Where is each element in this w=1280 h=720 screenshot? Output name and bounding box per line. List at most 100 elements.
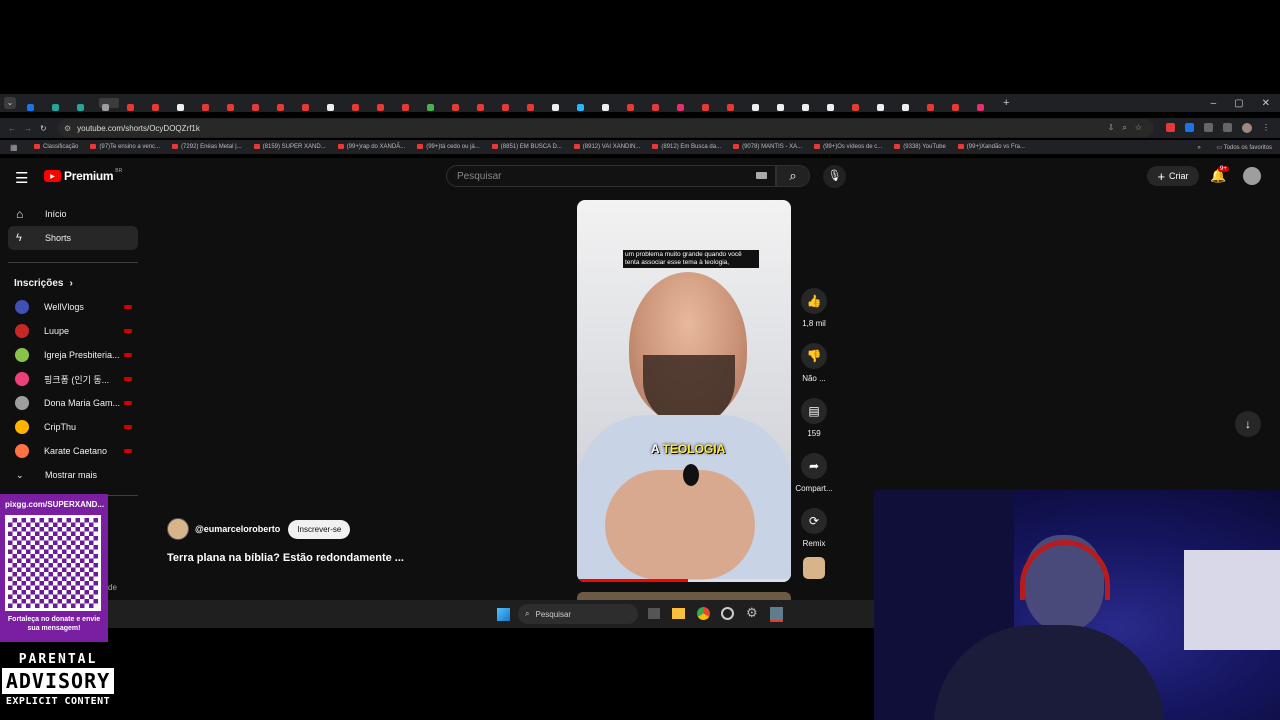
subscriptions-header[interactable]: Inscrições ›: [8, 271, 138, 295]
omnibox[interactable]: ⚙ youtube.com/shorts/OcyDOQZrf1k ⇩⌕☆: [58, 119, 1154, 137]
url-text[interactable]: youtube.com/shorts/OcyDOQZrf1k: [77, 124, 200, 133]
app-icon[interactable]: [721, 607, 734, 620]
bookmark-item[interactable]: (8159) SUPER XAND...: [253, 143, 326, 150]
account-avatar[interactable]: [1243, 167, 1261, 185]
bookmark-item[interactable]: (97)Te ensino a venc...: [90, 143, 160, 150]
browser-tab[interactable]: [674, 98, 694, 111]
browser-tab[interactable]: [924, 98, 944, 111]
install-icon[interactable]: ⇩: [1108, 123, 1123, 132]
short-video-player[interactable]: um problema muito grande quando você ten…: [577, 200, 791, 582]
browser-tab[interactable]: [349, 98, 369, 111]
sidebar-item-shorts[interactable]: ϟ Shorts: [8, 226, 138, 250]
browser-tab[interactable]: [424, 98, 444, 111]
browser-tab[interactable]: [74, 98, 94, 111]
remix-button[interactable]: ⟳: [801, 508, 827, 534]
show-more-button[interactable]: ⌄ Mostrar mais: [8, 463, 138, 487]
bookmark-item[interactable]: (99+)Os vídeos de c...: [814, 143, 882, 150]
notifications-button[interactable]: 🔔 9+: [1210, 166, 1229, 184]
settings-icon[interactable]: ⚙: [746, 605, 758, 621]
browser-tab[interactable]: [974, 98, 994, 111]
browser-tab[interactable]: [199, 98, 219, 111]
site-info-icon[interactable]: ⚙: [64, 124, 71, 133]
browser-tab[interactable]: [699, 98, 719, 111]
like-button[interactable]: 👍: [801, 288, 827, 314]
forward-icon[interactable]: →: [24, 124, 40, 133]
browser-tab[interactable]: [949, 98, 969, 111]
browser-tab[interactable]: [824, 98, 844, 111]
bookmark-item[interactable]: (8912) VAI XANDIN...: [573, 143, 640, 150]
sidebar-item-channel[interactable]: CripThu: [8, 415, 138, 439]
start-button[interactable]: [497, 608, 510, 621]
browser-tab[interactable]: [624, 98, 644, 111]
bookmarks-overflow-icon[interactable]: »: [1197, 145, 1200, 151]
browser-tab[interactable]: [749, 98, 769, 111]
bookmark-item[interactable]: (99+)Xandão vs Fra...: [957, 143, 1025, 150]
channel-handle[interactable]: @eumarceloroberto: [195, 524, 280, 534]
sidebar-item-channel[interactable]: Dona Maria Gam...: [8, 391, 138, 415]
apps-grid-icon[interactable]: ▦: [10, 143, 18, 152]
bookmark-item[interactable]: (9338) YouTube: [894, 143, 946, 150]
share-button[interactable]: ➦: [801, 453, 827, 479]
sidebar-item-home[interactable]: ⌂ Início: [8, 202, 138, 226]
bookmark-item[interactable]: (7292) Enéas Metal |...: [172, 143, 242, 150]
bookmark-star-icon[interactable]: ☆: [1135, 123, 1150, 132]
comments-button[interactable]: ▤: [801, 398, 827, 424]
browser-tab[interactable]: [49, 98, 69, 111]
browser-tab[interactable]: [524, 98, 544, 111]
bookmark-item[interactable]: Classificação: [34, 143, 78, 150]
browser-tab[interactable]: [724, 98, 744, 111]
browser-tab[interactable]: [299, 98, 319, 111]
search-box[interactable]: Pesquisar: [446, 165, 776, 187]
next-short-preview[interactable]: [577, 592, 791, 600]
browser-tab[interactable]: [499, 98, 519, 111]
keyboard-icon[interactable]: [756, 172, 767, 179]
bookmark-item[interactable]: (8912) Em Busca da...: [652, 143, 721, 150]
sidepanel-icon[interactable]: [1223, 123, 1232, 132]
menu-kebab-icon[interactable]: ⋮: [1262, 123, 1270, 133]
reload-icon[interactable]: ↻: [40, 124, 58, 133]
sidebar-item-channel[interactable]: Igreja Presbiteria...: [8, 343, 138, 367]
browser-tab[interactable]: [774, 98, 794, 111]
browser-tab[interactable]: [274, 98, 294, 111]
short-title[interactable]: Terra plana na bíblia? Estão redondament…: [167, 552, 404, 564]
browser-tab[interactable]: [649, 98, 669, 111]
new-tab-button[interactable]: +: [1003, 97, 1009, 109]
bookmark-item[interactable]: (8851) EM BUSCA D...: [491, 143, 562, 150]
browser-tab[interactable]: [549, 98, 569, 111]
voice-search-button[interactable]: 🎙: [823, 165, 846, 188]
search-button[interactable]: ⌕: [776, 165, 810, 187]
next-short-button[interactable]: ↓: [1235, 411, 1261, 437]
extension-icon[interactable]: [1185, 123, 1194, 132]
browser-tab[interactable]: [599, 98, 619, 111]
all-bookmarks-link[interactable]: Todos os favoritos: [1224, 145, 1272, 151]
dislike-button[interactable]: 👎: [801, 343, 827, 369]
chrome-icon[interactable]: [697, 607, 710, 620]
profile-avatar[interactable]: [1242, 123, 1252, 133]
browser-tab[interactable]: [574, 98, 594, 111]
create-button[interactable]: + Criar: [1147, 166, 1199, 186]
browser-tab[interactable]: [374, 98, 394, 111]
sidebar-item-channel[interactable]: 핑크퐁 (인기 동...: [8, 367, 138, 391]
taskbar-search[interactable]: ⌕ Pesquisar: [518, 604, 638, 624]
task-view-icon[interactable]: [648, 608, 660, 619]
browser-tab[interactable]: [874, 98, 894, 111]
close-icon[interactable]: ✕: [1262, 98, 1270, 109]
browser-tab[interactable]: [149, 98, 169, 111]
progress-track[interactable]: [577, 579, 791, 582]
browser-tab[interactable]: [224, 98, 244, 111]
tab-active[interactable]: [99, 98, 119, 111]
browser-tab[interactable]: [124, 98, 144, 111]
back-icon[interactable]: ←: [8, 124, 24, 133]
youtube-logo[interactable]: ▶ Premium BR: [44, 168, 122, 183]
browser-tab[interactable]: [24, 98, 44, 111]
subscribe-button[interactable]: Inscrever-se: [288, 519, 351, 539]
zoom-icon[interactable]: ⌕: [1122, 123, 1134, 132]
channel-avatar[interactable]: [167, 518, 189, 540]
tab-search-button[interactable]: ⌄: [4, 97, 16, 109]
browser-tab[interactable]: [449, 98, 469, 111]
browser-tab[interactable]: [899, 98, 919, 111]
hamburger-menu-icon[interactable]: ☰: [15, 169, 28, 187]
sidebar-item-channel[interactable]: WellVlogs: [8, 295, 138, 319]
sidebar-item-channel[interactable]: Luupe: [8, 319, 138, 343]
browser-tab[interactable]: [474, 98, 494, 111]
